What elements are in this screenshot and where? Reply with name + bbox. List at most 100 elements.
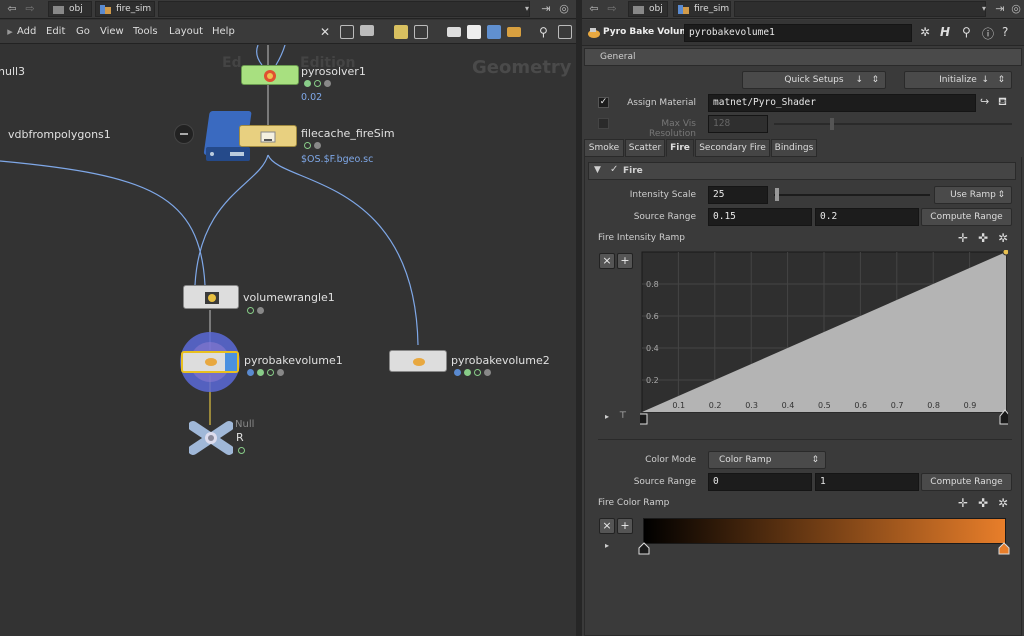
- fire-section-header[interactable]: ▼ ✓ Fire: [588, 162, 1016, 180]
- pin-icon[interactable]: ⇥: [992, 2, 1008, 16]
- back-arrow-icon[interactable]: ⇦: [4, 2, 20, 16]
- grid-icon[interactable]: [394, 25, 408, 39]
- menu-edit[interactable]: Edit: [46, 26, 65, 37]
- tab-secondary-fire[interactable]: Secondary Fire: [695, 139, 770, 157]
- node-vdb-label[interactable]: vdbfrompolygons1: [8, 128, 111, 141]
- path-dropdown-icon[interactable]: ▾: [976, 2, 992, 16]
- node-pyrobake2-label[interactable]: pyrobakevolume2: [451, 354, 550, 367]
- node-pyrobake1-label[interactable]: pyrobakevolume1: [244, 354, 343, 367]
- forward-arrow-icon[interactable]: ⇨: [22, 2, 38, 16]
- menu-tools[interactable]: Tools: [133, 26, 158, 37]
- move-key-icon[interactable]: ✜: [978, 231, 988, 245]
- crumb-obj[interactable]: obj: [48, 1, 92, 17]
- source-range-min-field[interactable]: 0.15: [708, 208, 812, 226]
- ramp-expand-icon[interactable]: ▸: [605, 412, 609, 421]
- jump-icon[interactable]: ↪: [980, 95, 989, 108]
- compute-range-button[interactable]: Compute Range: [921, 208, 1012, 226]
- folder-general[interactable]: General: [584, 48, 1022, 66]
- ramp-key-top[interactable]: [1002, 250, 1008, 256]
- color-ramp-gradient[interactable]: [643, 518, 1006, 544]
- node-filecache[interactable]: [239, 125, 297, 147]
- assign-material-checkbox[interactable]: ✓: [598, 97, 609, 108]
- color-mode-menu[interactable]: Color Ramp ⇕: [708, 451, 826, 469]
- camera-icon[interactable]: [558, 25, 572, 39]
- pane-menu-icon[interactable]: ▸: [2, 25, 18, 39]
- add-point-icon[interactable]: +: [617, 253, 633, 269]
- node-name-field[interactable]: pyrobakevolume1: [684, 24, 912, 42]
- intensity-slider-track[interactable]: [774, 194, 930, 196]
- network-grid-icon[interactable]: [414, 25, 428, 39]
- node-null3-label[interactable]: null3: [0, 65, 25, 78]
- path-dropdown-icon[interactable]: ▾: [519, 2, 535, 16]
- node-null-label[interactable]: R: [236, 431, 244, 444]
- color-compute-range-button[interactable]: Compute Range: [921, 473, 1012, 491]
- ramp-gear-icon[interactable]: ✲: [998, 496, 1008, 510]
- delete-point-icon[interactable]: ×: [599, 253, 615, 269]
- network-canvas[interactable]: Geometry Edition Ed null3 vdbfrompolygon…: [0, 45, 576, 636]
- crumb-obj[interactable]: obj: [628, 1, 668, 17]
- max-vis-resolution-checkbox[interactable]: [598, 118, 609, 129]
- node-pyrosolver-label[interactable]: pyrosolver1: [301, 65, 366, 78]
- menu-view[interactable]: View: [100, 26, 124, 37]
- menu-help[interactable]: Help: [212, 26, 235, 37]
- menu-add[interactable]: Add: [17, 26, 36, 37]
- null-node-icon[interactable]: [189, 420, 233, 456]
- tree-icon[interactable]: [340, 25, 354, 39]
- bypass-minus-icon[interactable]: [174, 124, 194, 144]
- crumb-fire-sim[interactable]: fire_sim: [95, 1, 155, 17]
- color-key-left[interactable]: [638, 542, 650, 555]
- wrench-icon[interactable]: ✕: [320, 25, 334, 39]
- intensity-scale-field[interactable]: 25: [708, 186, 768, 204]
- add-point-icon[interactable]: +: [617, 518, 633, 534]
- pin-icon[interactable]: ⇥: [538, 2, 554, 16]
- ramp-expand-icon[interactable]: ▸: [605, 541, 609, 550]
- delete-point-icon[interactable]: ×: [599, 518, 615, 534]
- intensity-slider-handle[interactable]: [775, 188, 779, 201]
- node-volumewrangle[interactable]: [183, 285, 239, 309]
- node-volumewrangle-label[interactable]: volumewrangle1: [243, 291, 335, 304]
- node-pyrobake2[interactable]: [389, 350, 447, 372]
- back-arrow-icon[interactable]: ⇦: [586, 2, 602, 16]
- tab-fire[interactable]: Fire: [666, 139, 694, 157]
- tab-smoke[interactable]: Smoke: [584, 139, 624, 157]
- fire-toggle-check-icon[interactable]: ✓: [610, 164, 618, 175]
- ramp-key-left[interactable]: [640, 413, 648, 425]
- forward-arrow-icon[interactable]: ⇨: [604, 2, 620, 16]
- move-point-icon[interactable]: ✛: [958, 231, 968, 245]
- help-h-icon[interactable]: H: [940, 25, 950, 39]
- move-point-icon[interactable]: ✛: [958, 496, 968, 510]
- move-key-icon[interactable]: ✜: [978, 496, 988, 510]
- intensity-ramp-graph[interactable]: 0.1 0.2 0.3 0.4 0.5 0.6 0.7 0.8 0.9 0.2 0.4 0.6 0.8: [640, 250, 1008, 428]
- tab-scatter[interactable]: Scatter: [625, 139, 665, 157]
- quick-setups-menu[interactable]: Quick Setups ↓ ⇕: [742, 71, 886, 89]
- backdrop-icon[interactable]: [507, 27, 521, 37]
- assign-material-field[interactable]: matnet/Pyro_Shader: [708, 94, 976, 112]
- link-icon[interactable]: ◎: [556, 2, 572, 16]
- use-ramp-button[interactable]: Use Ramp ⇕: [934, 186, 1012, 204]
- node-filecache-label[interactable]: filecache_fireSim: [301, 127, 395, 140]
- network-editor[interactable]: ⇦ ⇨ obj fire_sim ▾ ⇥ ◎ ▸ Add Edit Go Vie…: [0, 0, 576, 636]
- image-icon[interactable]: [447, 27, 461, 37]
- search-icon[interactable]: ⚲: [539, 25, 553, 39]
- list-icon[interactable]: [360, 25, 374, 36]
- node-chooser-icon[interactable]: ⛾: [998, 95, 1007, 110]
- menu-layout[interactable]: Layout: [169, 26, 203, 37]
- ramp-gear-icon[interactable]: ✲: [998, 231, 1008, 245]
- gear-icon[interactable]: ✲: [920, 25, 930, 39]
- node-pyrosolver[interactable]: [241, 65, 299, 85]
- ramp-preset-icon[interactable]: ⊤: [619, 411, 627, 421]
- initialize-menu[interactable]: Initialize ↓ ⇕: [904, 71, 1012, 89]
- notes-icon[interactable]: [467, 25, 481, 39]
- display-icon[interactable]: [487, 25, 501, 39]
- link-icon[interactable]: ◎: [1008, 2, 1024, 16]
- color-source-range-min[interactable]: 0: [708, 473, 812, 491]
- help-icon[interactable]: ?: [1002, 25, 1008, 39]
- node-pyrobake1[interactable]: [181, 351, 239, 373]
- crumb-fire-sim[interactable]: fire_sim: [673, 1, 731, 17]
- section-expanded-icon[interactable]: ▼: [594, 165, 601, 175]
- info-icon[interactable]: ⓘ: [982, 25, 994, 42]
- color-key-right[interactable]: [998, 542, 1010, 555]
- tab-bindings[interactable]: Bindings: [771, 139, 817, 157]
- color-source-range-max[interactable]: 1: [815, 473, 919, 491]
- menu-go[interactable]: Go: [76, 26, 90, 37]
